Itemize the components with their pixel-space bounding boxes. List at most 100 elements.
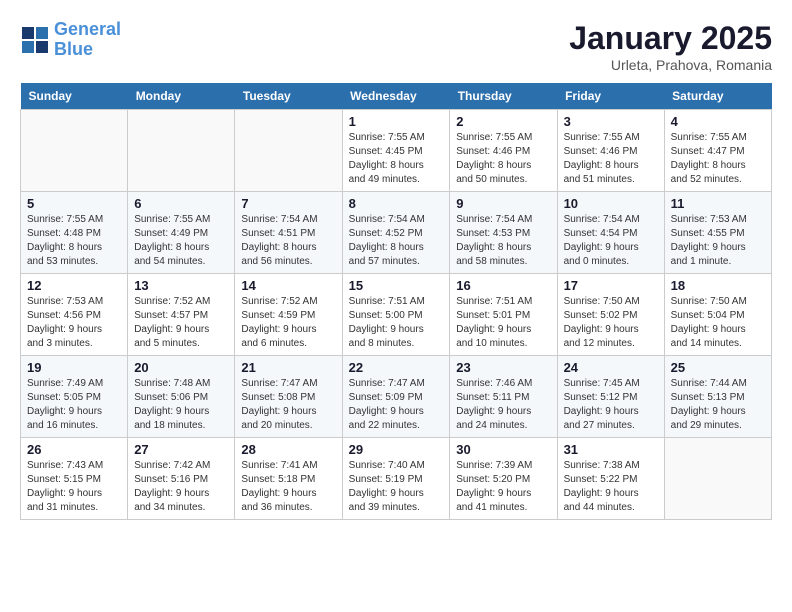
day-detail: Sunrise: 7:54 AM Sunset: 4:54 PM Dayligh…	[564, 213, 658, 269]
calendar-cell	[128, 110, 235, 192]
calendar-table: SundayMondayTuesdayWednesdayThursdayFrid…	[20, 83, 772, 520]
month-title: January 2025	[569, 20, 772, 57]
calendar-cell: 4 Sunrise: 7:55 AM Sunset: 4:47 PM Daylig…	[664, 110, 771, 192]
calendar-cell: 7 Sunrise: 7:54 AM Sunset: 4:51 PM Daylig…	[235, 192, 342, 274]
day-number: 8	[349, 196, 444, 211]
day-detail: Sunrise: 7:54 AM Sunset: 4:52 PM Dayligh…	[349, 213, 444, 269]
calendar-cell	[664, 438, 771, 520]
day-number: 4	[671, 114, 765, 129]
day-number: 3	[564, 114, 658, 129]
weekday-header-wednesday: Wednesday	[342, 83, 450, 110]
day-detail: Sunrise: 7:52 AM Sunset: 4:59 PM Dayligh…	[241, 295, 335, 351]
calendar-cell: 26Sunrise: 7:43 AM Sunset: 5:15 PM Dayli…	[21, 438, 128, 520]
weekday-header-thursday: Thursday	[450, 83, 557, 110]
weekday-header-friday: Friday	[557, 83, 664, 110]
day-detail: Sunrise: 7:55 AM Sunset: 4:45 PM Dayligh…	[349, 131, 444, 187]
day-number: 6	[134, 196, 228, 211]
day-detail: Sunrise: 7:51 AM Sunset: 5:00 PM Dayligh…	[349, 295, 444, 351]
day-detail: Sunrise: 7:51 AM Sunset: 5:01 PM Dayligh…	[456, 295, 550, 351]
day-detail: Sunrise: 7:43 AM Sunset: 5:15 PM Dayligh…	[27, 459, 121, 515]
calendar-cell: 13 Sunrise: 7:52 AM Sunset: 4:57 PM Dayli…	[128, 274, 235, 356]
day-number: 12	[27, 278, 121, 293]
day-number: 2	[456, 114, 550, 129]
day-number: 29	[349, 442, 444, 457]
calendar-cell: 23 Sunrise: 7:46 AM Sunset: 5:11 PM Dayli…	[450, 356, 557, 438]
calendar-cell: 5 Sunrise: 7:55 AM Sunset: 4:48 PM Daylig…	[21, 192, 128, 274]
day-number: 13	[134, 278, 228, 293]
calendar-cell: 20Sunrise: 7:48 AM Sunset: 5:06 PM Dayli…	[128, 356, 235, 438]
weekday-header-sunday: Sunday	[21, 83, 128, 110]
calendar-cell: 17Sunrise: 7:50 AM Sunset: 5:02 PM Dayli…	[557, 274, 664, 356]
day-number: 23	[456, 360, 550, 375]
calendar-cell: 29 Sunrise: 7:40 AM Sunset: 5:19 PM Dayli…	[342, 438, 450, 520]
calendar-week-2: 5 Sunrise: 7:55 AM Sunset: 4:48 PM Daylig…	[21, 192, 772, 274]
title-area: January 2025 Urleta, Prahova, Romania	[569, 20, 772, 73]
calendar-cell: 28 Sunrise: 7:41 AM Sunset: 5:18 PM Dayli…	[235, 438, 342, 520]
day-number: 28	[241, 442, 335, 457]
calendar-week-5: 26Sunrise: 7:43 AM Sunset: 5:15 PM Dayli…	[21, 438, 772, 520]
day-detail: Sunrise: 7:44 AM Sunset: 5:13 PM Dayligh…	[671, 377, 765, 433]
calendar-cell: 2Sunrise: 7:55 AM Sunset: 4:46 PM Daylig…	[450, 110, 557, 192]
calendar-cell: 24Sunrise: 7:45 AM Sunset: 5:12 PM Dayli…	[557, 356, 664, 438]
weekday-header-monday: Monday	[128, 83, 235, 110]
day-number: 24	[564, 360, 658, 375]
day-number: 9	[456, 196, 550, 211]
logo-text: General Blue	[54, 20, 121, 60]
header: General Blue January 2025 Urleta, Prahov…	[20, 20, 772, 73]
weekday-header-tuesday: Tuesday	[235, 83, 342, 110]
day-number: 5	[27, 196, 121, 211]
calendar-week-4: 19 Sunrise: 7:49 AM Sunset: 5:05 PM Dayli…	[21, 356, 772, 438]
calendar-cell: 18 Sunrise: 7:50 AM Sunset: 5:04 PM Dayli…	[664, 274, 771, 356]
day-detail: Sunrise: 7:55 AM Sunset: 4:49 PM Dayligh…	[134, 213, 228, 269]
day-detail: Sunrise: 7:54 AM Sunset: 4:53 PM Dayligh…	[456, 213, 550, 269]
calendar-cell: 10Sunrise: 7:54 AM Sunset: 4:54 PM Dayli…	[557, 192, 664, 274]
day-detail: Sunrise: 7:53 AM Sunset: 4:56 PM Dayligh…	[27, 295, 121, 351]
logo: General Blue	[20, 20, 121, 60]
day-detail: Sunrise: 7:54 AM Sunset: 4:51 PM Dayligh…	[241, 213, 335, 269]
logo-icon	[20, 25, 50, 55]
day-detail: Sunrise: 7:41 AM Sunset: 5:18 PM Dayligh…	[241, 459, 335, 515]
day-detail: Sunrise: 7:53 AM Sunset: 4:55 PM Dayligh…	[671, 213, 765, 269]
day-detail: Sunrise: 7:39 AM Sunset: 5:20 PM Dayligh…	[456, 459, 550, 515]
calendar-cell: 8 Sunrise: 7:54 AM Sunset: 4:52 PM Daylig…	[342, 192, 450, 274]
day-detail: Sunrise: 7:48 AM Sunset: 5:06 PM Dayligh…	[134, 377, 228, 433]
calendar-cell	[21, 110, 128, 192]
day-number: 25	[671, 360, 765, 375]
calendar-cell: 27 Sunrise: 7:42 AM Sunset: 5:16 PM Dayli…	[128, 438, 235, 520]
day-detail: Sunrise: 7:46 AM Sunset: 5:11 PM Dayligh…	[456, 377, 550, 433]
day-detail: Sunrise: 7:47 AM Sunset: 5:09 PM Dayligh…	[349, 377, 444, 433]
day-detail: Sunrise: 7:50 AM Sunset: 5:04 PM Dayligh…	[671, 295, 765, 351]
calendar-week-3: 12 Sunrise: 7:53 AM Sunset: 4:56 PM Dayli…	[21, 274, 772, 356]
day-detail: Sunrise: 7:52 AM Sunset: 4:57 PM Dayligh…	[134, 295, 228, 351]
calendar-cell	[235, 110, 342, 192]
day-number: 16	[456, 278, 550, 293]
calendar-cell: 6 Sunrise: 7:55 AM Sunset: 4:49 PM Daylig…	[128, 192, 235, 274]
weekday-header-saturday: Saturday	[664, 83, 771, 110]
calendar-cell: 25 Sunrise: 7:44 AM Sunset: 5:13 PM Dayli…	[664, 356, 771, 438]
day-number: 19	[27, 360, 121, 375]
day-detail: Sunrise: 7:40 AM Sunset: 5:19 PM Dayligh…	[349, 459, 444, 515]
day-number: 30	[456, 442, 550, 457]
calendar-cell: 12 Sunrise: 7:53 AM Sunset: 4:56 PM Dayli…	[21, 274, 128, 356]
location-subtitle: Urleta, Prahova, Romania	[569, 57, 772, 73]
day-number: 14	[241, 278, 335, 293]
calendar-cell: 14 Sunrise: 7:52 AM Sunset: 4:59 PM Dayli…	[235, 274, 342, 356]
calendar-cell: 22Sunrise: 7:47 AM Sunset: 5:09 PM Dayli…	[342, 356, 450, 438]
calendar-cell: 15 Sunrise: 7:51 AM Sunset: 5:00 PM Dayli…	[342, 274, 450, 356]
calendar-cell: 1Sunrise: 7:55 AM Sunset: 4:45 PM Daylig…	[342, 110, 450, 192]
day-detail: Sunrise: 7:49 AM Sunset: 5:05 PM Dayligh…	[27, 377, 121, 433]
day-detail: Sunrise: 7:55 AM Sunset: 4:46 PM Dayligh…	[564, 131, 658, 187]
day-number: 18	[671, 278, 765, 293]
day-detail: Sunrise: 7:55 AM Sunset: 4:47 PM Dayligh…	[671, 131, 765, 187]
calendar-cell: 21Sunrise: 7:47 AM Sunset: 5:08 PM Dayli…	[235, 356, 342, 438]
calendar-cell: 3 Sunrise: 7:55 AM Sunset: 4:46 PM Daylig…	[557, 110, 664, 192]
day-number: 15	[349, 278, 444, 293]
day-detail: Sunrise: 7:42 AM Sunset: 5:16 PM Dayligh…	[134, 459, 228, 515]
weekday-header-row: SundayMondayTuesdayWednesdayThursdayFrid…	[21, 83, 772, 110]
calendar-cell: 31Sunrise: 7:38 AM Sunset: 5:22 PM Dayli…	[557, 438, 664, 520]
day-detail: Sunrise: 7:55 AM Sunset: 4:48 PM Dayligh…	[27, 213, 121, 269]
day-number: 11	[671, 196, 765, 211]
calendar-cell: 19 Sunrise: 7:49 AM Sunset: 5:05 PM Dayli…	[21, 356, 128, 438]
day-number: 27	[134, 442, 228, 457]
day-number: 7	[241, 196, 335, 211]
